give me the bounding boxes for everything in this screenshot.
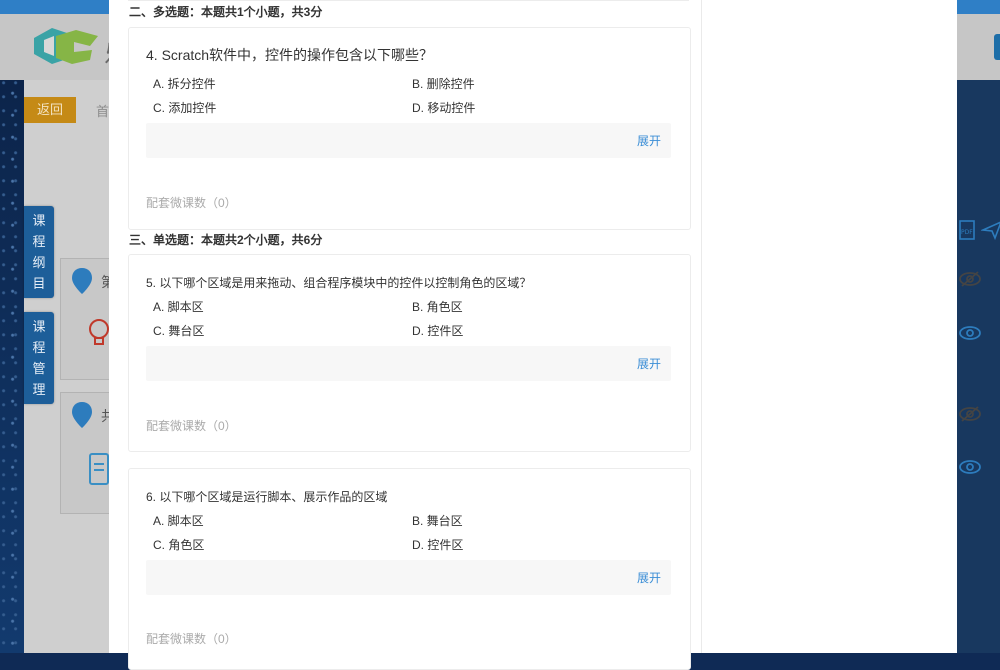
question-stem: 4. Scratch软件中，控件的操作包含以下哪些？ bbox=[146, 47, 434, 63]
section-title-single-choice: 三、单选题：本题共2个小题，共6分 bbox=[129, 233, 323, 247]
eye-hidden-icon[interactable] bbox=[958, 270, 982, 288]
eye-hidden-icon[interactable] bbox=[958, 405, 982, 423]
eye-icon[interactable] bbox=[958, 458, 982, 476]
expand-button[interactable]: 展开 bbox=[637, 132, 661, 149]
send-icon[interactable] bbox=[981, 220, 1000, 240]
site-logo-icon bbox=[34, 28, 98, 64]
tab-course-management[interactable]: 课程管理 bbox=[24, 312, 54, 404]
micro-lesson-count[interactable]: 配套微课数（0） bbox=[146, 417, 237, 434]
micro-lesson-count[interactable]: 配套微课数（0） bbox=[146, 630, 237, 647]
option-a: A. 脚本区 bbox=[153, 300, 204, 314]
question-stem: 6. 以下哪个区域是运行脚本、展示作品的区域 bbox=[146, 490, 388, 504]
option-d: D. 控件区 bbox=[412, 324, 464, 338]
expand-button[interactable]: 展开 bbox=[637, 355, 661, 372]
option-d: D. 移动控件 bbox=[412, 101, 476, 115]
option-b: B. 删除控件 bbox=[412, 77, 475, 91]
back-button[interactable]: 返回 bbox=[24, 97, 76, 123]
option-d: D. 控件区 bbox=[412, 538, 464, 552]
svg-text:PDF: PDF bbox=[961, 229, 973, 236]
tab-course-management-label: 课程管理 bbox=[32, 319, 46, 397]
micro-lesson-count[interactable]: 配套微课数（0） bbox=[146, 194, 237, 211]
divider bbox=[128, 0, 689, 1]
section-title-multi-choice: 二、多选题：本题共1个小题，共3分 bbox=[129, 5, 323, 19]
answer-panel: 展开 bbox=[146, 346, 671, 381]
right-decoration bbox=[957, 80, 1000, 653]
expand-button[interactable]: 展开 bbox=[637, 569, 661, 586]
breadcrumb[interactable]: 首 bbox=[96, 101, 109, 120]
option-c: C. 舞台区 bbox=[153, 324, 205, 338]
option-a: A. 脚本区 bbox=[153, 514, 204, 528]
question-card-5: 5. 以下哪个区域是用来拖动、组合程序模块中的控件以控制角色的区域？ A. 脚本… bbox=[128, 254, 691, 452]
eye-icon[interactable] bbox=[958, 324, 982, 342]
question-card-6: 6. 以下哪个区域是运行脚本、展示作品的区域 A. 脚本区 B. 舞台区 C. … bbox=[128, 468, 691, 670]
question-stem: 5. 以下哪个区域是用来拖动、组合程序模块中的控件以控制角色的区域？ bbox=[146, 276, 532, 290]
answer-panel: 展开 bbox=[146, 560, 671, 595]
document-icon bbox=[89, 453, 109, 485]
left-decoration bbox=[0, 80, 24, 653]
scrollbar[interactable] bbox=[701, 0, 702, 653]
question-card-4: 4. Scratch软件中，控件的操作包含以下哪些？ A. 拆分控件 B. 删除… bbox=[128, 27, 691, 230]
question-preview-modal: 二、多选题：本题共1个小题，共3分 4. Scratch软件中，控件的操作包含以… bbox=[109, 0, 957, 670]
question-list[interactable]: 二、多选题：本题共1个小题，共3分 4. Scratch软件中，控件的操作包含以… bbox=[109, 0, 702, 670]
header-button[interactable] bbox=[994, 34, 1000, 60]
pdf-icon[interactable]: PDF bbox=[957, 220, 979, 240]
location-pin-icon bbox=[72, 268, 92, 294]
option-c: C. 添加控件 bbox=[153, 101, 217, 115]
lightbulb-icon bbox=[89, 319, 109, 345]
option-b: B. 舞台区 bbox=[412, 514, 463, 528]
option-a: A. 拆分控件 bbox=[153, 77, 216, 91]
option-b: B. 角色区 bbox=[412, 300, 463, 314]
tab-course-outline[interactable]: 课程纲目 bbox=[24, 206, 54, 298]
tab-course-outline-label: 课程纲目 bbox=[32, 213, 46, 291]
option-c: C. 角色区 bbox=[153, 538, 205, 552]
answer-panel: 展开 bbox=[146, 123, 671, 158]
location-pin-icon bbox=[72, 402, 92, 428]
